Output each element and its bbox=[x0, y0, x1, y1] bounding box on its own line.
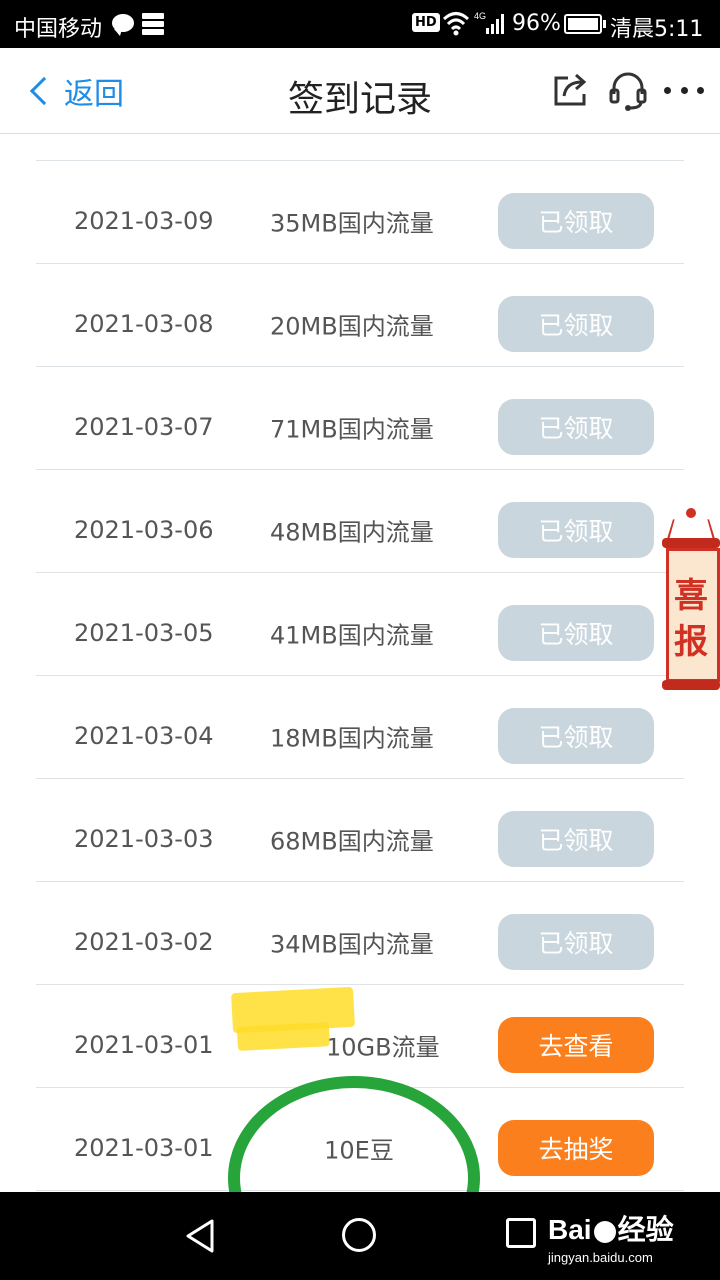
list-item: 2021-03-06 48MB国内流量 已领取 bbox=[36, 470, 684, 573]
badge-rod-bottom bbox=[662, 680, 720, 690]
record-date: 2021-03-01 bbox=[74, 1031, 214, 1059]
list-item: 2021-03-01 10GB流量 去查看 bbox=[36, 985, 684, 1088]
record-date: 2021-03-08 bbox=[74, 310, 214, 338]
claimed-button[interactable]: 已领取 bbox=[498, 914, 654, 970]
claimed-button[interactable]: 已领取 bbox=[498, 811, 654, 867]
carrier-name: 中国移动 bbox=[14, 17, 103, 42]
battery-percent: 96% bbox=[512, 11, 561, 36]
wifi-icon bbox=[442, 12, 470, 36]
claimed-button[interactable]: 已领取 bbox=[498, 708, 654, 764]
nav-bar: 返回 签到记录 bbox=[0, 48, 720, 134]
record-reward: 48MB国内流量 bbox=[270, 518, 434, 547]
claimed-button[interactable]: 已领取 bbox=[498, 399, 654, 455]
storage-icon bbox=[142, 13, 164, 35]
badge-char-1: 喜 bbox=[674, 576, 708, 616]
record-date: 2021-03-03 bbox=[74, 825, 214, 853]
network-type: 4G bbox=[474, 11, 486, 21]
list-item: 2021-03-09 35MB国内流量 已领取 bbox=[36, 161, 684, 264]
nav-home-icon[interactable] bbox=[342, 1218, 376, 1252]
cellular-signal-icon: 4G bbox=[474, 11, 504, 34]
record-reward: 20MB国内流量 bbox=[270, 312, 434, 341]
record-date: 2021-03-07 bbox=[74, 413, 214, 441]
watermark-brand: Bai bbox=[548, 1214, 592, 1245]
record-date: 2021-03-06 bbox=[74, 516, 214, 544]
battery-icon bbox=[564, 14, 606, 34]
record-reward: 35MB国内流量 bbox=[270, 209, 434, 238]
list-item: 2021-03-08 20MB国内流量 已领取 bbox=[36, 264, 684, 367]
share-icon[interactable] bbox=[552, 72, 592, 108]
claimed-button[interactable]: 已领取 bbox=[498, 296, 654, 352]
record-date: 2021-03-09 bbox=[74, 207, 214, 235]
record-date: 2021-03-04 bbox=[74, 722, 214, 750]
chevron-left-icon bbox=[29, 76, 59, 106]
record-date: 2021-03-01 bbox=[74, 1134, 214, 1162]
back-label: 返回 bbox=[64, 77, 124, 112]
sign-in-record-list: 2021-03-09 35MB国内流量 已领取 2021-03-08 20MB国… bbox=[36, 134, 684, 1192]
list-item: 2021-03-04 18MB国内流量 已领取 bbox=[36, 676, 684, 779]
badge-char-2: 报 bbox=[674, 622, 708, 662]
message-icon bbox=[112, 14, 134, 36]
badge-rod-top bbox=[662, 538, 720, 548]
watermark-brand-2: 经验 bbox=[617, 1214, 674, 1245]
system-nav-bar: Bai 经验 jingyan.baidu.com bbox=[0, 1192, 720, 1280]
nav-back-icon[interactable] bbox=[184, 1218, 216, 1254]
lottery-button[interactable]: 去抽奖 bbox=[498, 1120, 654, 1176]
watermark-url: jingyan.baidu.com bbox=[548, 1250, 653, 1265]
record-reward: 68MB国内流量 bbox=[270, 827, 434, 856]
hd-badge: HD bbox=[412, 13, 440, 32]
record-reward: 41MB国内流量 bbox=[270, 621, 434, 650]
list-item: 2021-03-02 34MB国内流量 已领取 bbox=[36, 882, 684, 985]
claimed-button[interactable]: 已领取 bbox=[498, 193, 654, 249]
claimed-button[interactable]: 已领取 bbox=[498, 605, 654, 661]
record-date: 2021-03-05 bbox=[74, 619, 214, 647]
baidu-watermark: Bai 经验 jingyan.baidu.com bbox=[548, 1208, 674, 1265]
paw-icon bbox=[593, 1220, 616, 1243]
record-date: 2021-03-02 bbox=[74, 928, 214, 956]
list-item: 2021-03-03 68MB国内流量 已领取 bbox=[36, 779, 684, 882]
badge-hanger bbox=[686, 508, 696, 518]
list-item: 2021-03-07 71MB国内流量 已领取 bbox=[36, 367, 684, 470]
back-button[interactable]: 返回 bbox=[22, 70, 124, 112]
record-reward: 10GB流量 bbox=[326, 1033, 440, 1062]
view-button[interactable]: 去查看 bbox=[498, 1017, 654, 1073]
headset-icon[interactable] bbox=[608, 70, 648, 112]
record-reward: 34MB国内流量 bbox=[270, 930, 434, 959]
nav-recents-icon[interactable] bbox=[506, 1218, 536, 1248]
record-reward: 71MB国内流量 bbox=[270, 415, 434, 444]
more-dots-icon[interactable] bbox=[664, 82, 704, 98]
list-item: 2021-03-05 41MB国内流量 已领取 bbox=[36, 573, 684, 676]
promo-badge[interactable]: 喜 报 bbox=[662, 508, 720, 690]
record-reward: 18MB国内流量 bbox=[270, 724, 434, 753]
claimed-button[interactable]: 已领取 bbox=[498, 502, 654, 558]
status-bar: 中国移动 HD 4G 96% 清晨5:11 bbox=[0, 0, 720, 48]
highlighter-redaction bbox=[231, 986, 355, 1034]
clock: 清晨5:11 bbox=[610, 17, 704, 42]
